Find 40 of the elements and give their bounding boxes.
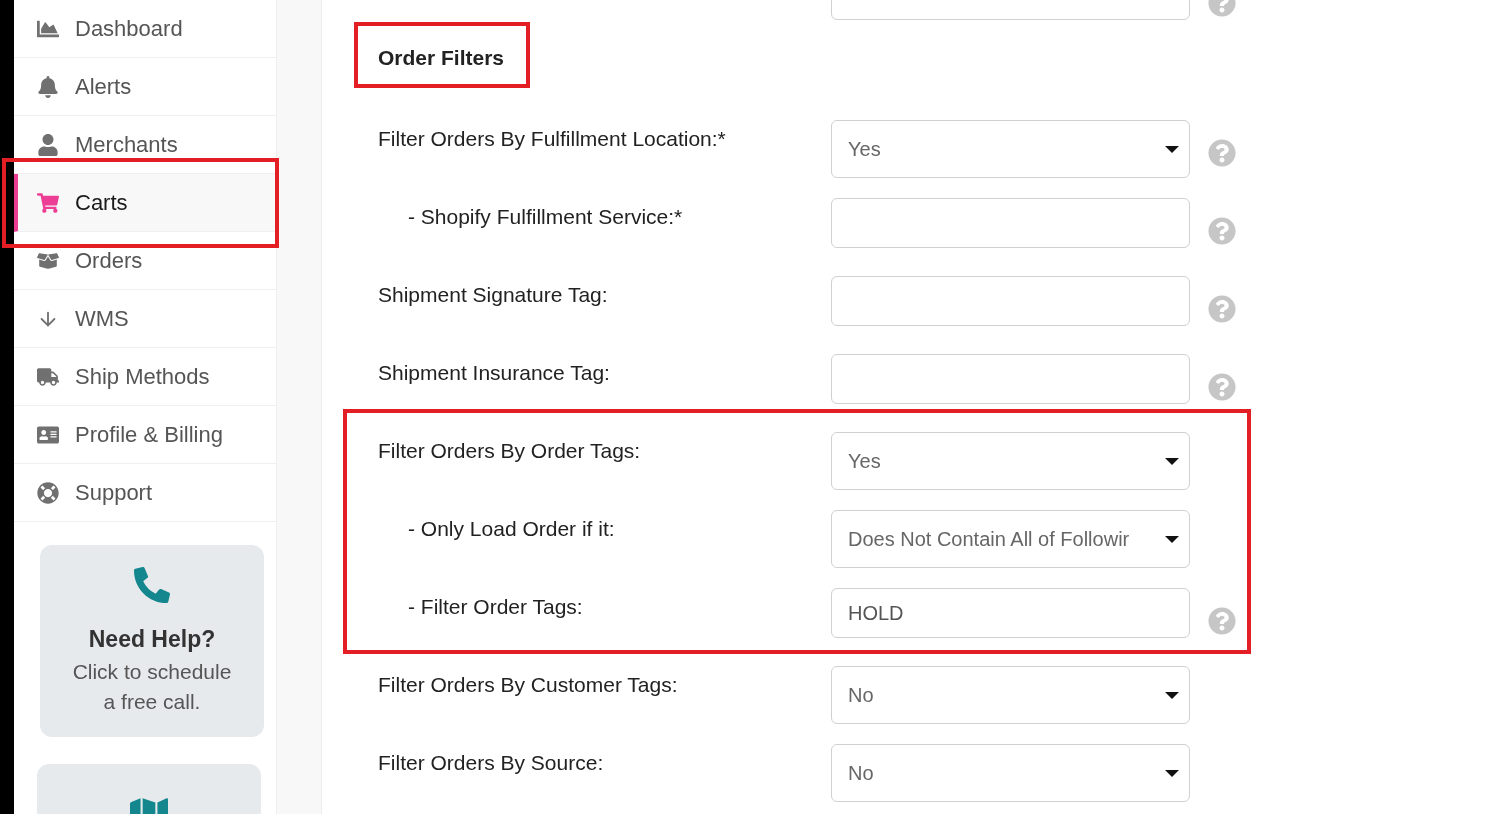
help-icon[interactable] — [1208, 217, 1236, 245]
select-field[interactable]: No — [831, 666, 1190, 724]
lifebuoy-icon — [37, 481, 59, 504]
caret-icon — [1165, 769, 1179, 777]
person-icon — [37, 133, 59, 156]
select-field[interactable]: Yes — [831, 432, 1190, 490]
truck-icon — [37, 365, 59, 388]
cart-icon — [37, 191, 59, 214]
bell-icon — [37, 75, 59, 98]
field-label: Filter Orders By Customer Tags: — [378, 673, 678, 696]
field-label: - Filter Order Tags: — [408, 595, 583, 618]
field-label: - Only Load Order if it: — [408, 517, 615, 540]
field-label: Shipment Signature Tag: — [378, 283, 608, 306]
field-label: Shipment Insurance Tag: — [378, 361, 610, 384]
input-field[interactable] — [831, 354, 1190, 404]
select-field[interactable]: Does Not Contain All of Followir — [831, 510, 1190, 568]
help-card-title: Need Help? — [88, 625, 216, 653]
caret-icon — [1165, 535, 1179, 543]
help-icon[interactable] — [1208, 139, 1236, 167]
help-icon[interactable] — [1208, 295, 1236, 323]
field-label: - Shopify Fulfillment Service:* — [408, 205, 683, 228]
caret-icon — [1165, 145, 1179, 153]
help-icon[interactable] — [1208, 607, 1236, 635]
help-card[interactable]: Need Help? Click to schedule a free call. — [40, 545, 264, 737]
caret-icon — [1165, 691, 1179, 699]
input-field[interactable]: HOLD — [831, 588, 1190, 638]
input-field[interactable] — [831, 276, 1190, 326]
field-label: Filter Orders By Source: — [378, 751, 604, 774]
phone-icon — [134, 567, 170, 603]
field-label: Filter Orders By Order Tags: — [378, 439, 641, 462]
sidebar-item[interactable]: Carts — [14, 174, 276, 232]
help-card-text: Click to schedule a free call. — [71, 659, 233, 715]
caret-icon — [1165, 457, 1179, 465]
help-icon[interactable] — [1208, 373, 1236, 401]
select-field[interactable]: No — [831, 744, 1190, 802]
input-field[interactable] — [831, 198, 1190, 248]
select-field[interactable]: Yes — [831, 120, 1190, 178]
field-label: Filter Orders By Fulfillment Location:* — [378, 127, 726, 150]
section-title: Order Filters — [378, 46, 505, 70]
id-card-icon — [37, 423, 59, 446]
